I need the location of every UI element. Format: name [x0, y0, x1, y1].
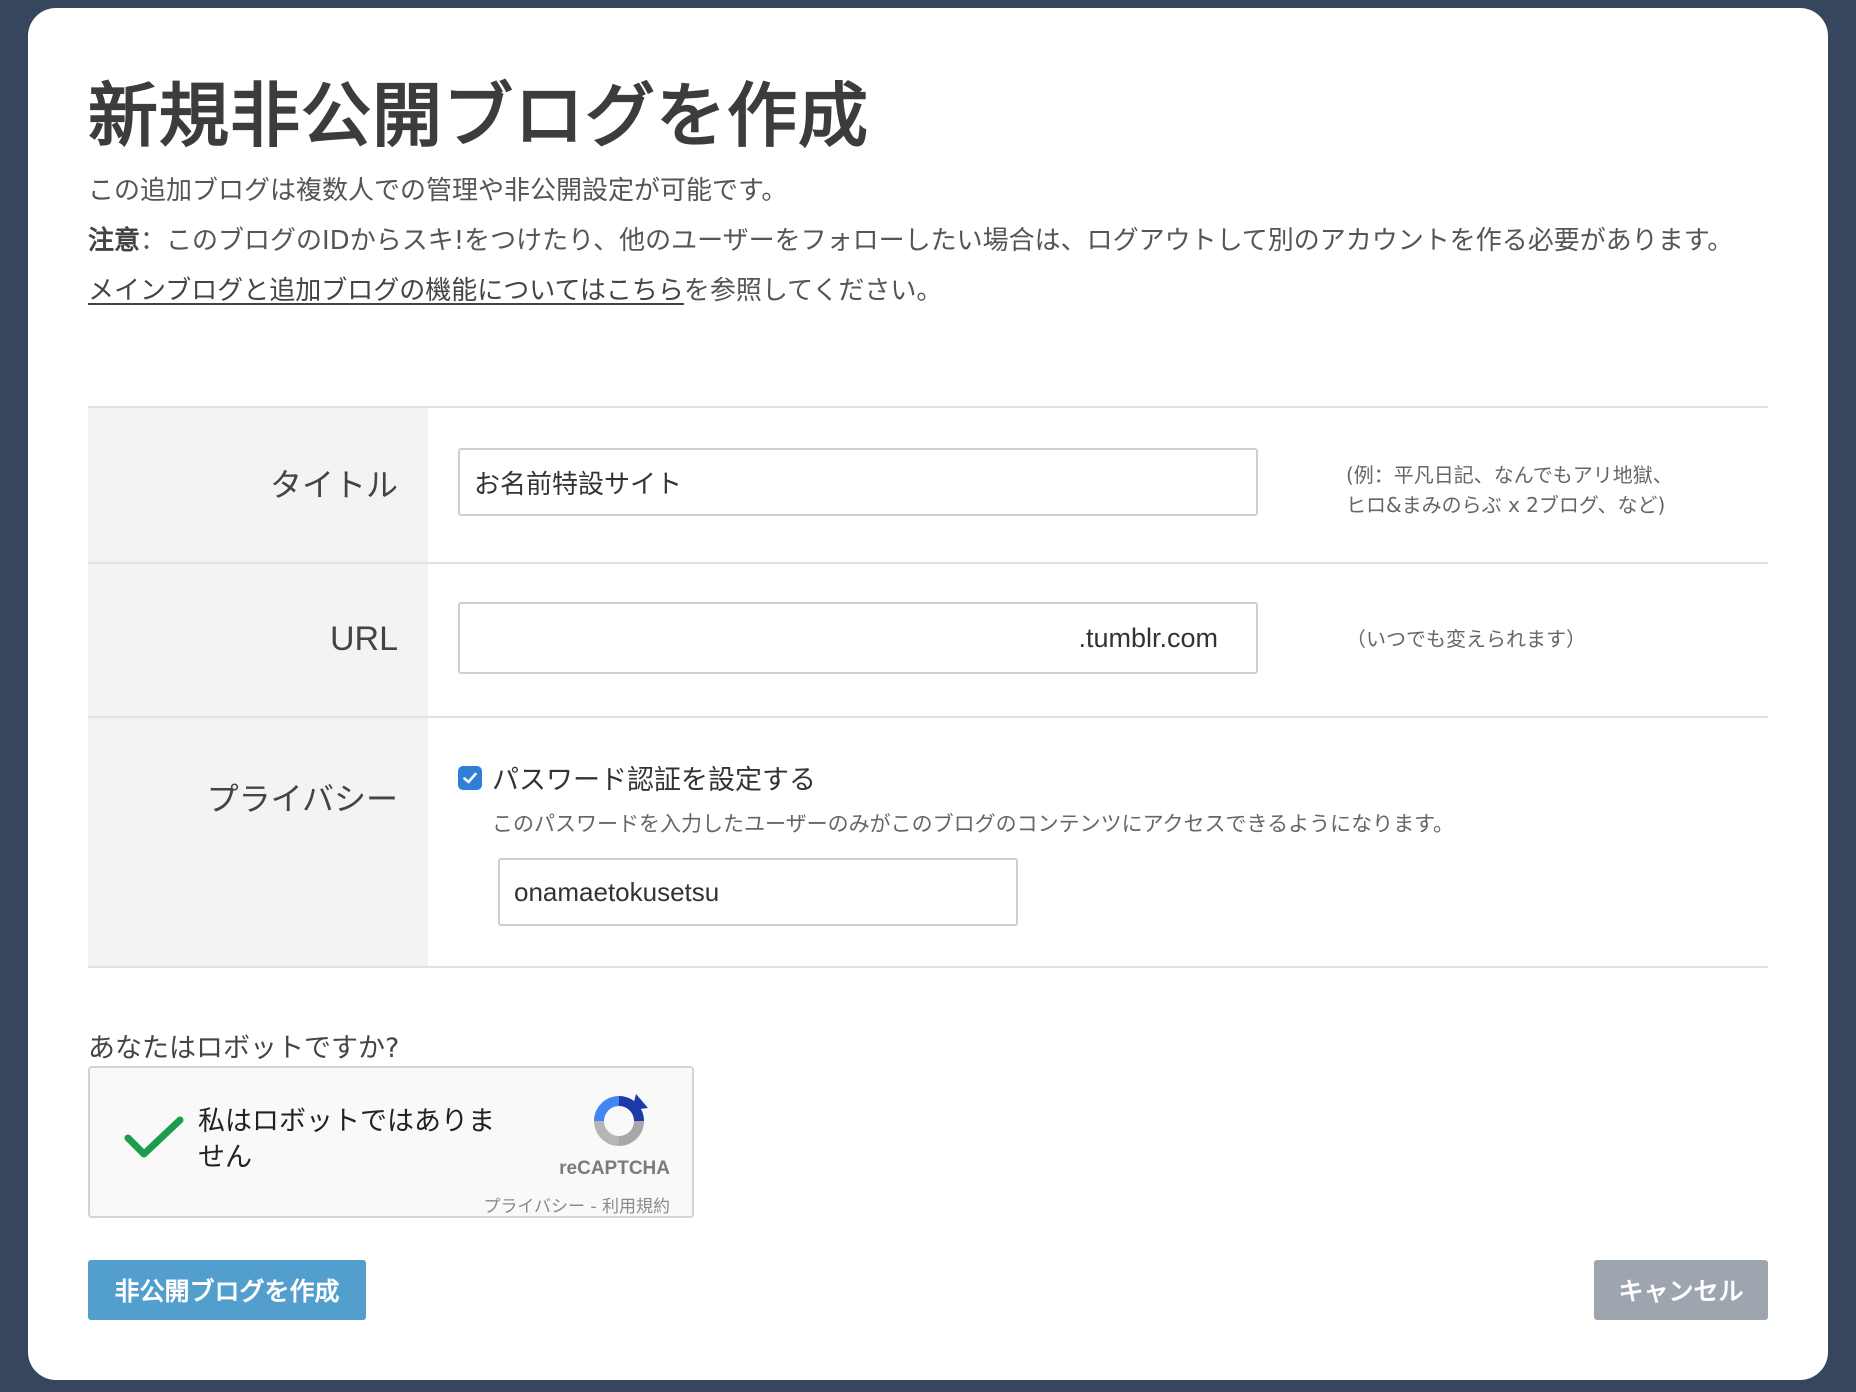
page-title: 新規非公開ブログを作成 [88, 75, 869, 157]
recaptcha-links[interactable]: プライバシー - 利用規約 [483, 1192, 670, 1217]
form-row-privacy: プライバシー パスワード認証を設定する このパスワードを入力したユーザーのみがこ… [88, 718, 1768, 968]
url-input[interactable]: .tumblr.com [458, 602, 1258, 674]
title-input[interactable]: お名前特設サイト [458, 448, 1258, 516]
password-description: このパスワードを入力したユーザーのみがこのブログのコンテンツにアクセスできるよう… [492, 812, 1455, 836]
url-label: URL [88, 564, 428, 716]
intro-text: この追加ブログは複数人での管理や非公開設定が可能です。 注意：このブログのIDか… [88, 166, 1768, 316]
help-line: メインブログと追加ブログの機能についてはこちらを参照してください。 [88, 266, 1768, 316]
dialog-card: 新規非公開ブログを作成 この追加ブログは複数人での管理や非公開設定が可能です。 … [28, 8, 1828, 1380]
help-suffix: を参照してください。 [683, 276, 943, 306]
password-checkbox[interactable] [458, 766, 482, 790]
recaptcha-widget: 私はロボットではありません reCAPTCHA プライバシー - 利用規約 [88, 1066, 694, 1218]
notice: 注意：このブログのIDからスキ!をつけたり、他のユーザーをフォローしたい場合は、… [88, 216, 1768, 266]
cancel-button[interactable]: キャンセル [1594, 1260, 1768, 1320]
intro-line: この追加ブログは複数人での管理や非公開設定が可能です。 [88, 176, 788, 206]
recaptcha-logo-icon [594, 1094, 648, 1146]
url-suffix: .tumblr.com [1078, 622, 1218, 653]
title-hint-line: ヒロ&まみのらぶ x 2ブログ、など) [1346, 493, 1666, 517]
password-checkbox-label[interactable]: パスワード認証を設定する [492, 758, 816, 797]
create-blog-button[interactable]: 非公開ブログを作成 [88, 1260, 366, 1320]
captcha-question: あなたはロボットですか? [88, 1033, 400, 1064]
title-field-area: お名前特設サイト (例：平凡日記、なんでもアリ地獄、 ヒロ&まみのらぶ x 2ブ… [428, 408, 1768, 562]
title-hint-line: (例：平凡日記、なんでもアリ地獄、 [1346, 463, 1673, 487]
recaptcha-brand: reCAPTCHA [559, 1158, 670, 1179]
checkmark-icon [463, 772, 477, 784]
url-field-area: .tumblr.com （いつでも変えられます） [428, 564, 1768, 716]
help-link[interactable]: メインブログと追加ブログの機能についてはこちら [88, 276, 684, 306]
form-row-title: タイトル お名前特設サイト (例：平凡日記、なんでもアリ地獄、 ヒロ&まみのらぶ… [88, 408, 1768, 564]
privacy-field-area: パスワード認証を設定する このパスワードを入力したユーザーのみがこのブログのコン… [428, 718, 1768, 966]
notice-label: 注意 [88, 226, 141, 256]
notice-text: ：このブログのIDからスキ!をつけたり、他のユーザーをフォローしたい場合は、ログ… [140, 226, 1734, 256]
title-hint: (例：平凡日記、なんでもアリ地獄、 ヒロ&まみのらぶ x 2ブログ、など) [1346, 460, 1673, 520]
privacy-label: プライバシー [88, 718, 428, 966]
url-hint: （いつでも変えられます） [1346, 627, 1586, 651]
form-row-url: URL .tumblr.com （いつでも変えられます） [88, 564, 1768, 718]
password-input[interactable]: onamaetokusetsu [498, 858, 1018, 926]
blog-form: タイトル お名前特設サイト (例：平凡日記、なんでもアリ地獄、 ヒロ&まみのらぶ… [88, 406, 1768, 968]
title-label: タイトル [88, 408, 428, 562]
captcha-checkmark-icon[interactable] [124, 1112, 184, 1162]
captcha-label: 私はロボットではありません [198, 1106, 495, 1173]
